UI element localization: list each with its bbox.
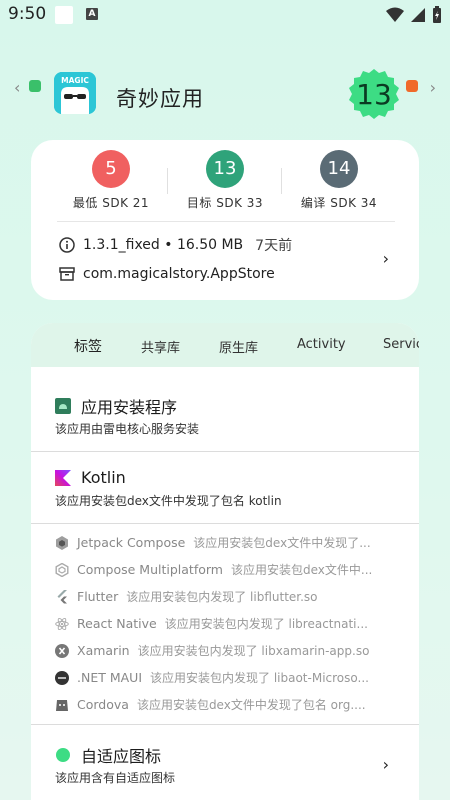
app-header: ‹ MAGIC 奇妙应用 13 › xyxy=(0,62,450,132)
version-row[interactable]: 1.3.1_fixed • 16.50 MB 7天前 xyxy=(59,235,292,255)
list-item[interactable]: Flutter 该应用安装包内发现了 libflutter.so xyxy=(55,588,400,605)
android-orange-icon xyxy=(406,80,418,92)
divider xyxy=(31,523,419,524)
lib-desc: 该应用安装包dex文件中发现了包名 org.... xyxy=(136,698,366,712)
min-sdk-circle: 5 xyxy=(92,150,130,188)
installer-desc: 该应用由雷电核心服务安装 xyxy=(55,422,200,436)
tab-native-libs[interactable]: 原生库 xyxy=(219,337,258,356)
lib-desc: 该应用安装包dex文件中... xyxy=(230,563,373,577)
lib-name: Jetpack Compose xyxy=(77,535,186,550)
lib-name: Cordova xyxy=(77,697,129,712)
list-item[interactable]: Compose Multiplatform 该应用安装包dex文件中... xyxy=(55,561,400,578)
app-icon-text: MAGIC xyxy=(61,76,89,85)
target-sdk: 13 目标 SDK 33 xyxy=(170,150,280,211)
status-time: 9:50 xyxy=(8,4,47,24)
app-name: 奇妙应用 xyxy=(116,87,204,111)
lib-desc: 该应用安装包内发现了 libreactnati... xyxy=(164,617,368,631)
installer-title-row[interactable]: 应用安装程序 xyxy=(55,394,177,418)
status-bar: 9:50 A xyxy=(0,0,450,32)
min-sdk-label: 最低 SDK 21 xyxy=(72,196,150,210)
lib-name: .NET MAUI xyxy=(77,670,143,685)
android-icon xyxy=(55,398,71,414)
divider xyxy=(31,724,419,725)
compile-sdk-label: 编译 SDK 34 xyxy=(300,196,378,210)
kotlin-title-row[interactable]: Kotlin xyxy=(55,468,126,487)
cordova-icon xyxy=(56,699,68,711)
wifi-icon xyxy=(386,7,404,22)
lib-name: Flutter xyxy=(77,589,119,604)
app-icon: MAGIC xyxy=(54,72,96,114)
sdk-info-card: 5 最低 SDK 21 13 目标 SDK 33 14 编译 SDK 34 1.… xyxy=(31,140,419,300)
version-text: 1.3.1_fixed • 16.50 MB xyxy=(83,237,244,253)
next-chevron-icon[interactable]: › xyxy=(430,78,436,97)
separator xyxy=(57,221,395,222)
tab-tags[interactable]: 标签 xyxy=(74,336,102,356)
tab-shared-libs[interactable]: 共享库 xyxy=(141,337,180,356)
adaptive-chevron-icon[interactable]: › xyxy=(383,755,389,774)
xamarin-icon xyxy=(55,643,69,658)
list-item[interactable]: Jetpack Compose 该应用安装包dex文件中发现了... xyxy=(55,534,400,551)
installer-title: 应用安装程序 xyxy=(81,398,178,417)
compose-multiplatform-icon xyxy=(55,562,69,577)
tab-bar: 标签 共享库 原生库 Activity Servic xyxy=(31,323,419,367)
lib-name: Xamarin xyxy=(77,643,130,658)
target-sdk-circle: 13 xyxy=(206,150,244,188)
adaptive-title-row[interactable]: 自适应图标 xyxy=(55,743,161,767)
divider xyxy=(281,168,282,194)
compile-sdk-circle: 14 xyxy=(320,150,358,188)
flutter-icon xyxy=(57,589,67,603)
lib-name: Compose Multiplatform xyxy=(77,562,223,577)
a-notification-icon: A xyxy=(86,8,98,20)
signal-icon xyxy=(411,8,425,22)
target-sdk-label: 目标 SDK 33 xyxy=(186,196,264,210)
update-time: 7天前 xyxy=(255,238,293,254)
archive-icon xyxy=(59,267,75,281)
compile-sdk: 14 编译 SDK 34 xyxy=(284,150,394,211)
tab-services[interactable]: Servic xyxy=(383,337,419,352)
lib-name: React Native xyxy=(77,616,157,631)
divider xyxy=(31,451,419,452)
dotnet-icon xyxy=(55,670,69,685)
kotlin-desc: 该应用安装包dex文件中发现了包名 kotlin xyxy=(55,494,282,508)
notification-icon xyxy=(55,6,73,24)
package-row[interactable]: com.magicalstory.AppStore xyxy=(59,266,275,282)
kotlin-title: Kotlin xyxy=(81,468,126,487)
android-small-icon xyxy=(29,80,41,92)
package-name: com.magicalstory.AppStore xyxy=(83,266,275,282)
adaptive-icon-dot xyxy=(56,748,70,762)
details-chevron-icon[interactable]: › xyxy=(383,249,389,268)
battery-icon xyxy=(433,6,441,23)
detail-card: 标签 共享库 原生库 Activity Servic 应用安装程序 该应用由雷电… xyxy=(31,323,419,800)
list-item[interactable]: React Native 该应用安装包内发现了 libreactnati... xyxy=(55,615,400,632)
lib-desc: 该应用安装包内发现了 libxamarin-app.so xyxy=(137,644,370,658)
adaptive-desc: 该应用含有自适应图标 xyxy=(55,771,176,785)
divider xyxy=(167,168,168,194)
min-sdk: 5 最低 SDK 21 xyxy=(56,150,166,211)
react-icon xyxy=(55,617,69,630)
lib-desc: 该应用安装包dex文件中发现了... xyxy=(193,536,371,550)
list-item[interactable]: Cordova 该应用安装包dex文件中发现了包名 org.... xyxy=(55,696,400,713)
adaptive-title: 自适应图标 xyxy=(81,747,162,766)
kotlin-icon xyxy=(55,469,71,486)
list-item[interactable]: Xamarin 该应用安装包内发现了 libxamarin-app.so xyxy=(55,642,400,659)
lib-desc: 该应用安装包内发现了 libflutter.so xyxy=(126,590,318,604)
info-icon xyxy=(59,237,75,253)
target-version-badge: 13 xyxy=(349,69,399,119)
target-badge-text: 13 xyxy=(356,78,392,111)
list-item[interactable]: .NET MAUI 该应用安装包内发现了 libaot-Microso... xyxy=(55,669,400,686)
previous-chevron-icon[interactable]: ‹ xyxy=(14,78,20,97)
jetpack-compose-icon xyxy=(56,535,68,550)
tab-activity[interactable]: Activity xyxy=(297,337,346,352)
lib-desc: 该应用安装包内发现了 libaot-Microso... xyxy=(150,671,369,685)
